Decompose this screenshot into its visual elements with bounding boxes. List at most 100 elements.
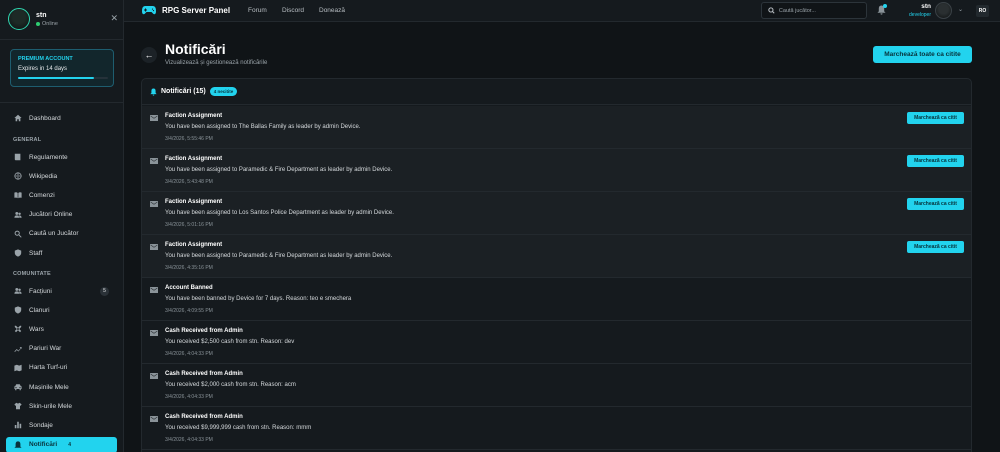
notification-message: You received $9,999,999 cash from stn. R… [165,425,312,431]
sidebar-item-label: Facțiuni [29,287,52,295]
notification-time: 3/4/2026, 4:09:55 PM [165,308,213,314]
notification-message: You have been assigned to Paramedic & Fi… [165,253,393,259]
shirt-icon [14,402,22,410]
notification-title: Cash Received from Admin [165,371,243,377]
notification-time: 3/4/2026, 4:35:16 PM [165,265,213,271]
mail-icon [150,416,158,422]
nav-link-donate[interactable]: Donează [319,7,345,14]
notification-item[interactable]: Account Banned You have been banned by De… [142,278,971,321]
close-sidebar-icon[interactable]: ✕ [110,13,118,24]
notification-time: 3/4/2026, 5:43:48 PM [165,179,213,185]
sidebar-item-label: Dashboard [29,114,61,122]
notification-item[interactable]: Faction Assignment You have been assigned… [142,235,971,278]
book-open-icon [14,192,22,199]
sidebar-item-label: Staff [29,249,43,257]
nav-link-forum[interactable]: Forum [248,7,267,14]
mail-icon [150,244,158,250]
mark-read-button[interactable]: Marchează ca citit [907,155,964,167]
sidebar-item-badge: 5 [100,286,109,296]
notification-message: You have been banned by Device for 7 day… [165,296,352,302]
sidebar-item-label: Clanuri [29,306,50,314]
sidebar-item-label: Notificări [29,441,58,449]
notification-time: 3/4/2026, 5:55:46 PM [165,136,213,142]
user-status: Online [36,21,58,27]
sidebar-item-staff[interactable]: Staff [6,245,117,261]
mail-icon [150,287,158,293]
sidebar-user: stn Online ✕ [8,8,118,30]
notifications-bell[interactable] [877,4,887,17]
sidebar-item-cauta-un-jucator[interactable]: Caută un Jucător [6,226,117,242]
mark-read-button[interactable]: Marchează ca citit [907,112,964,124]
notification-title: Account Banned [165,285,213,291]
sidebar-item-pariuri-war[interactable]: Pariuri War [6,341,117,357]
sidebar: stn Online ✕ PREMIUM ACCOUNT Expires in … [0,0,124,452]
gamepad-icon [142,6,156,15]
trend-icon [14,346,22,352]
shield-icon [14,249,22,257]
sidebar-item-dashboard[interactable]: Dashboard [6,110,117,126]
avatar[interactable] [935,2,952,19]
book-icon [14,153,21,161]
notification-message: You have been assigned to Paramedic & Fi… [165,167,393,173]
mail-icon [150,373,158,379]
sidebar-item-comenzi[interactable]: Comenzi [6,187,117,203]
sidebar-item-jucatori-online[interactable]: Jucători Online [6,207,117,223]
sidebar-item-regulamente[interactable]: Regulamente [6,149,117,165]
topbar-user-role: developer [909,12,931,18]
avatar[interactable] [8,8,30,30]
sidebar-item-wars[interactable]: Wars [6,321,117,337]
panel-title: Notificări (15) [161,88,206,95]
mail-icon [150,201,158,207]
premium-progress-fill [18,77,94,79]
sidebar-item-factiuni[interactable]: Facțiuni 5 [6,283,117,299]
notification-item[interactable]: Cash Received from Admin You received $2,… [142,364,971,407]
bell-icon [150,88,157,96]
notification-item[interactable]: Faction Assignment You have been assigned… [142,106,971,149]
mail-icon [150,158,158,164]
language-button[interactable]: RO [976,5,989,17]
brand[interactable]: RPG Server Panel [142,5,230,15]
mark-read-button[interactable]: Marchează ca citit [907,241,964,253]
map-icon [14,364,22,371]
search-input[interactable] [778,7,866,14]
notification-title: Faction Assignment [165,156,223,162]
notification-item[interactable]: Cash Received from Admin You received $2,… [142,321,971,364]
mark-read-button[interactable]: Marchează ca citit [907,198,964,210]
sidebar-item-sondaje[interactable]: Sondaje [6,417,117,433]
nav-link-discord[interactable]: Discord [282,7,304,14]
sidebar-item-harta-turf-uri[interactable]: Harta Turf-uri [6,360,117,376]
sidebar-item-skin-urile-mele[interactable]: Skin-urile Mele [6,398,117,414]
search-icon [768,7,775,14]
section-general-title: GENERAL [13,137,42,143]
online-dot-icon [36,21,40,26]
brand-name: RPG Server Panel [162,5,231,15]
mail-icon [150,115,158,121]
notification-title: Cash Received from Admin [165,328,243,334]
bar-chart-icon [14,422,22,429]
car-icon [14,384,22,391]
sidebar-item-label: Sondaje [29,421,53,429]
notification-item[interactable]: Faction Assignment You have been assigned… [142,192,971,235]
sidebar-item-wikipedia[interactable]: Wikipedia [6,168,117,184]
notification-message: You have been assigned to The Ballas Fam… [165,124,361,130]
notification-time: 3/4/2026, 4:04:33 PM [165,437,213,443]
notification-title: Faction Assignment [165,199,223,205]
sidebar-item-notificari[interactable]: Notificări 4 [6,436,117,452]
notification-message: You have been assigned to Los Santos Pol… [165,210,394,216]
sidebar-item-label: Skin-urile Mele [29,402,72,410]
notification-item[interactable]: Cash Received from Admin You received $9,… [142,407,971,450]
notification-message: You received $2,500 cash from stn. Reaso… [165,339,295,345]
topbar-user[interactable]: stn developer [904,3,931,18]
notification-item[interactable]: Faction Assignment You have been assigned… [142,149,971,192]
sidebar-item-masinile-mele[interactable]: Mașinile Mele [6,379,117,395]
chevron-down-icon[interactable]: ⌄ [958,6,963,13]
search-box[interactable] [761,2,867,19]
sidebar-item-label: Jucători Online [29,211,73,219]
sidebar-item-label: Pariuri War [29,345,62,353]
users-icon [14,211,22,218]
sidebar-item-clanuri[interactable]: Clanuri [6,302,117,318]
back-button[interactable]: ← [141,47,157,63]
sidebar-item-badge: 4 [68,441,72,448]
mark-all-read-button[interactable]: Marchează toate ca citite [873,46,972,63]
bell-unread-dot [883,4,887,8]
